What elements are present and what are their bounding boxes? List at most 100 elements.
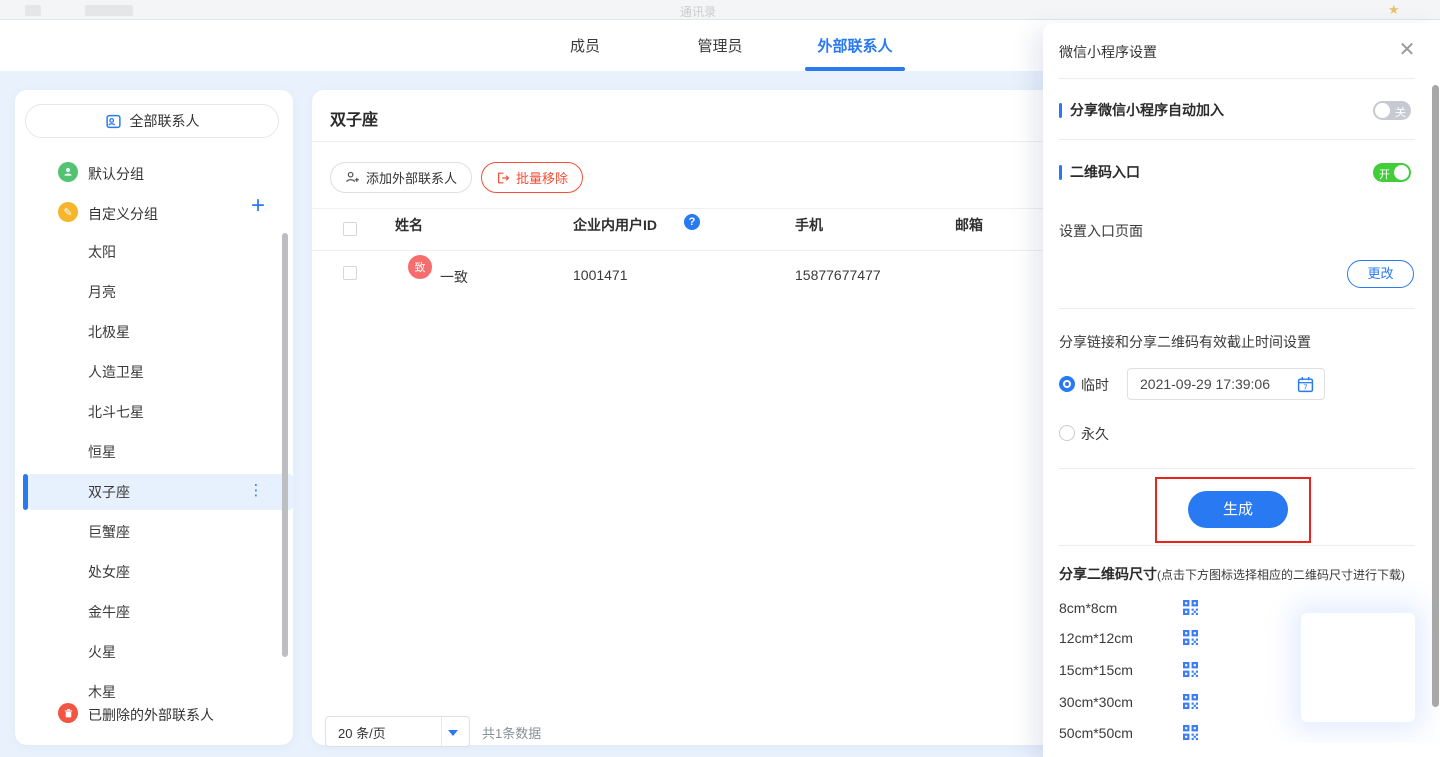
tab-admins[interactable]: 管理员 [697,35,742,56]
page-size-value: 20 条/页 [338,723,386,742]
default-group-icon [58,162,78,182]
change-button[interactable]: 更改 [1347,260,1414,288]
miniprogram-settings-drawer: 微信小程序设置 ✕ 分享微信小程序自动加入 关 二维码入口 开 设置入口页面 更… [1043,23,1440,757]
column-header-name: 姓名 [395,215,423,235]
sidebar-item-group[interactable]: 木星 [88,682,116,702]
drawer-scrollbar[interactable] [1432,85,1439,707]
toggle-state-label: 关 [1395,104,1406,120]
column-header-phone: 手机 [795,215,823,235]
sidebar-item-group[interactable]: 巨蟹座 [88,522,130,542]
divider [1059,308,1415,309]
sidebar-item-group[interactable]: 火星 [88,642,116,662]
sidebar-item-group[interactable]: 北极星 [88,322,130,342]
generate-button[interactable]: 生成 [1188,491,1288,528]
sidebar-item-group[interactable]: 北斗七星 [88,402,144,422]
tab-members[interactable]: 成员 [570,35,600,56]
faint-menu-icon [25,5,41,16]
sidebar-item-group[interactable]: 月亮 [88,282,116,302]
sidebar-item-custom-group[interactable]: 自定义分组 [88,204,158,224]
tab-external-contacts[interactable]: 外部联系人 [817,35,892,56]
trophy-icon: ★ [1388,2,1400,18]
avatar: 致 [408,255,432,279]
add-group-button[interactable]: + [251,192,265,220]
drawer-title: 微信小程序设置 [1059,42,1157,62]
cell-name: 一致 [440,267,468,287]
select-all-checkbox[interactable] [343,222,357,236]
sidebar-item-group[interactable]: 金牛座 [88,602,130,622]
qr-download-icon[interactable] [1183,725,1198,740]
page-title: 双子座 [330,106,378,130]
sidebar-item-group[interactable]: 人造卫星 [88,362,144,382]
sidebar-item-group-selected[interactable]: 双子座 [88,482,130,502]
divider [312,141,1060,142]
perm-radio[interactable] [1059,425,1075,441]
chevron-down-icon [448,730,458,736]
batch-remove-label: 批量移除 [516,168,568,187]
divider [1059,139,1415,140]
active-tab-underline [805,67,905,71]
toggle-state-label: 开 [1379,166,1390,182]
auto-join-toggle[interactable]: 关 [1373,101,1411,120]
section-accent-bar [1059,103,1062,118]
cell-phone: 15877677477 [795,267,881,283]
divider [1059,545,1415,546]
temp-radio[interactable] [1059,376,1075,392]
group-more-menu-icon[interactable]: ⋮ [248,482,264,502]
sidebar-scrollbar[interactable] [282,233,288,657]
app-root: 通讯录 ★ 成员 管理员 外部联系人 全部联系人 默认分组 ✎ 自定义分组 + … [0,0,1440,757]
page-size-select[interactable]: 20 条/页 [325,716,470,747]
qr-entry-label: 二维码入口 [1070,162,1140,182]
qr-preview-placeholder [1301,613,1415,722]
group-detail-panel: 双子座 添加外部联系人 批量移除 姓名 企业内用户ID ? 手机 邮箱 [312,90,1060,745]
sidebar-item-group[interactable]: 太阳 [88,242,116,262]
qr-entry-toggle[interactable]: 开 [1373,163,1411,182]
column-header-userid: 企业内用户ID [573,215,657,235]
contact-card-icon [105,113,122,130]
all-contacts-label: 全部联系人 [130,111,200,131]
qr-download-icon[interactable] [1183,630,1198,645]
dimmed-top-strip: 通讯录 ★ [0,0,1440,20]
expiry-settings-label: 分享链接和分享二维码有效截止时间设置 [1059,332,1311,352]
divider [1059,78,1415,79]
perm-radio-label: 永久 [1081,424,1109,444]
qr-size-title: 分享二维码尺寸(点击下方图标选择相应的二维码尺寸进行下载) [1059,564,1405,584]
total-count-label: 共1条数据 [482,723,541,742]
close-icon[interactable]: ✕ [1395,38,1419,62]
add-external-contact-label: 添加外部联系人 [366,168,457,187]
faint-page-title: 通讯录 [680,3,716,20]
qr-download-icon[interactable] [1183,694,1198,709]
divider [1059,468,1415,469]
all-contacts-button[interactable]: 全部联系人 [25,104,279,138]
faint-logo [85,5,133,16]
qr-size-label: 12cm*12cm [1059,628,1133,648]
cell-userid: 1001471 [573,267,628,283]
person-add-icon [345,170,360,185]
toggle-knob [1394,165,1409,180]
expiry-datetime-input[interactable]: 2021-09-29 17:39:06 7 [1127,368,1325,400]
sidebar-item-group[interactable]: 恒星 [88,442,116,462]
row-checkbox[interactable] [343,266,357,280]
temp-radio-label: 临时 [1081,375,1109,395]
qr-size-note: (点击下方图标选择相应的二维码尺寸进行下载) [1157,568,1405,582]
calendar-icon[interactable]: 7 [1297,376,1314,393]
svg-text:7: 7 [1303,383,1307,391]
custom-group-icon: ✎ [58,202,78,222]
contacts-sidebar: 全部联系人 默认分组 ✎ 自定义分组 + 太阳 月亮 北极星 人造卫星 北斗七星… [15,90,293,745]
divider [312,208,1060,209]
qr-download-icon[interactable] [1183,600,1198,615]
remove-out-icon [496,171,510,185]
qr-size-label: 30cm*30cm [1059,692,1133,712]
help-icon[interactable]: ? [684,214,700,230]
sidebar-item-group[interactable]: 处女座 [88,562,130,582]
selected-item-bar [23,474,28,510]
toggle-knob [1375,103,1390,118]
sidebar-item-default-group[interactable]: 默认分组 [88,164,144,184]
trash-icon [58,703,78,723]
batch-remove-button[interactable]: 批量移除 [481,162,583,193]
add-external-contact-button[interactable]: 添加外部联系人 [330,162,472,193]
qr-download-icon[interactable] [1183,662,1198,677]
qr-size-label: 15cm*15cm [1059,660,1133,680]
qr-size-label: 8cm*8cm [1059,598,1117,618]
sidebar-item-deleted-contacts[interactable]: 已删除的外部联系人 [88,705,214,725]
drawer-content: 微信小程序设置 ✕ 分享微信小程序自动加入 关 二维码入口 开 设置入口页面 更… [1043,23,1440,743]
